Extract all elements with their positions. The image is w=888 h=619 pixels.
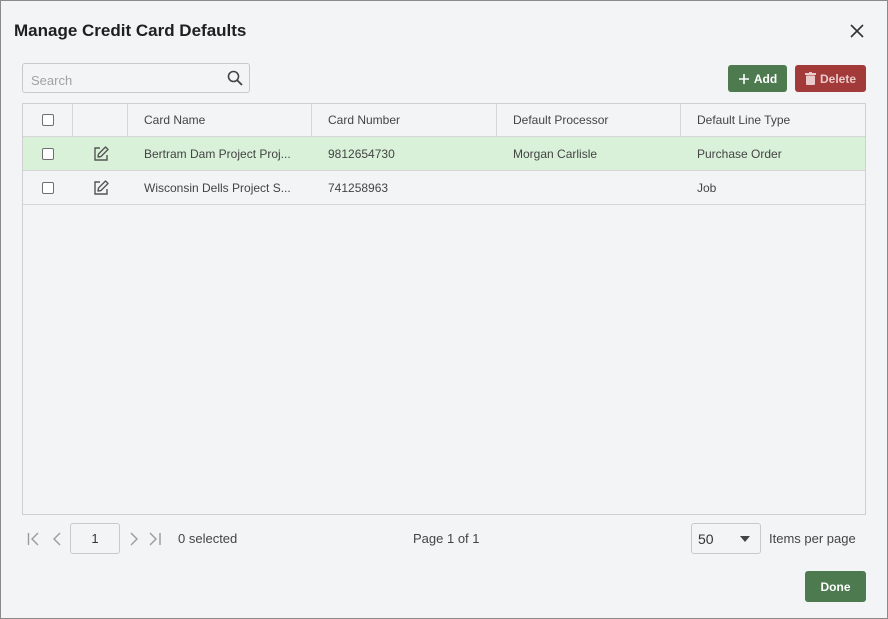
card-name-cell: Wisconsin Dells Project S... — [144, 180, 291, 195]
row-checkbox[interactable] — [42, 181, 54, 194]
header-edit — [73, 104, 128, 136]
items-per-page-select[interactable]: 50 — [691, 523, 761, 554]
items-per-page-label: Items per page — [769, 531, 856, 546]
search-field[interactable] — [22, 63, 250, 93]
selected-count: 0 selected — [178, 531, 238, 546]
delete-button-label: Delete — [819, 71, 857, 86]
add-button[interactable]: Add — [728, 65, 787, 92]
column-header-card-name[interactable]: Card Name — [144, 104, 314, 136]
row-checkbox[interactable] — [42, 147, 54, 160]
first-page-icon[interactable] — [27, 532, 41, 546]
table-row[interactable]: Wisconsin Dells Project S... 741258963 J… — [23, 171, 865, 205]
edit-icon[interactable] — [73, 171, 128, 204]
last-page-icon[interactable] — [148, 532, 162, 546]
done-button-label: Done — [820, 579, 851, 594]
manage-credit-card-defaults-dialog: Manage Credit Card Defaults Add Delete — [0, 0, 888, 619]
delete-button[interactable]: Delete — [795, 65, 866, 92]
row-select-cell — [23, 171, 73, 204]
close-icon[interactable] — [847, 21, 867, 41]
default-processor-cell: Morgan Carlisle — [513, 146, 598, 161]
plus-icon — [738, 73, 749, 84]
table-row[interactable]: Bertram Dam Project Proj... 9812654730 M… — [23, 137, 865, 171]
column-header-default-processor[interactable]: Default Processor — [513, 104, 683, 136]
table-header: Card Name Card Number Default Processor … — [23, 104, 865, 137]
page-indicator: Page 1 of 1 — [413, 531, 480, 546]
search-input[interactable] — [29, 70, 223, 90]
dialog-title: Manage Credit Card Defaults — [14, 21, 247, 40]
row-select-cell — [23, 137, 73, 170]
chevron-down-icon — [740, 536, 750, 542]
default-line-type-cell: Purchase Order — [697, 146, 782, 161]
select-all-checkbox[interactable] — [42, 114, 54, 126]
column-header-default-line-type[interactable]: Default Line Type — [697, 104, 862, 136]
page-number-input[interactable]: 1 — [70, 523, 120, 554]
card-number-cell: 9812654730 — [328, 146, 395, 161]
next-page-icon[interactable] — [126, 532, 140, 546]
edit-icon[interactable] — [73, 137, 128, 170]
items-per-page-value: 50 — [698, 531, 714, 547]
search-icon[interactable] — [227, 70, 243, 86]
header-select-all — [23, 104, 73, 136]
add-button-label: Add — [753, 71, 778, 86]
trash-icon — [804, 72, 816, 85]
previous-page-icon[interactable] — [51, 532, 65, 546]
card-name-cell: Bertram Dam Project Proj... — [144, 146, 291, 161]
column-header-card-number[interactable]: Card Number — [328, 104, 498, 136]
done-button[interactable]: Done — [805, 571, 866, 602]
default-processor-cell — [513, 171, 683, 204]
credit-card-grid: Card Name Card Number Default Processor … — [22, 103, 866, 515]
default-line-type-cell: Job — [697, 180, 717, 195]
card-number-cell: 741258963 — [328, 180, 389, 195]
